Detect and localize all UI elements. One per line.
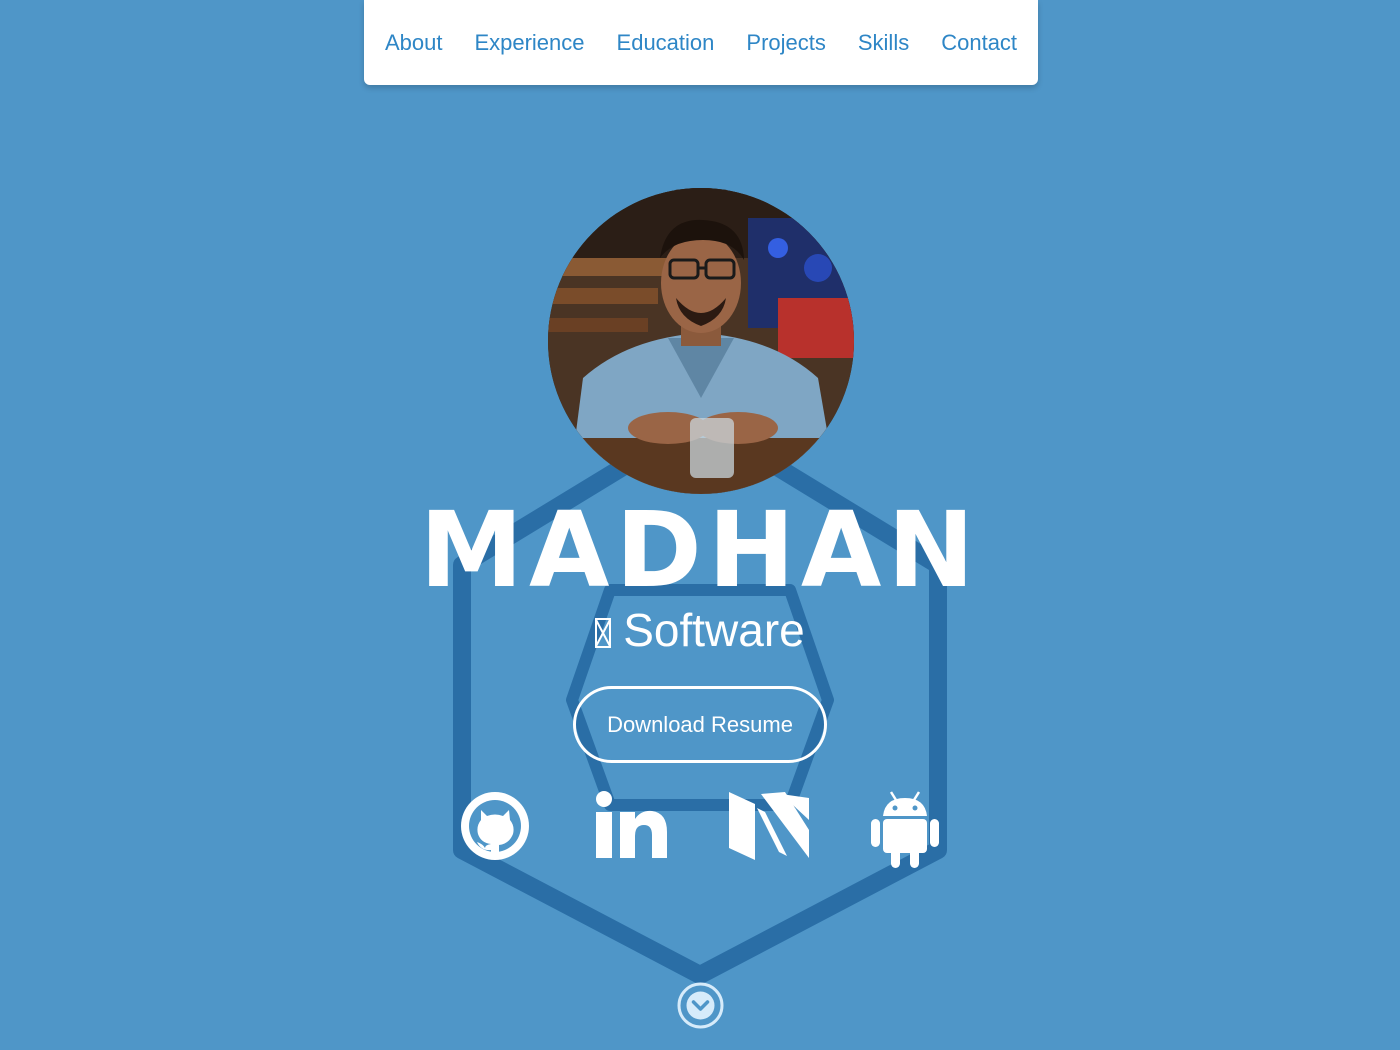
hero-subtitle: Software [0,602,1400,658]
nav-link-skills[interactable]: Skills [858,31,909,54]
nav-link-about[interactable]: About [385,31,443,54]
nav-link-projects[interactable]: Projects [746,31,825,54]
nav-link-contact[interactable]: Contact [941,31,1017,54]
android-icon [871,791,939,868]
android-link[interactable] [871,790,939,868]
nav-link-education[interactable]: Education [617,31,715,54]
medium-link[interactable] [727,790,811,862]
chevron-down-icon [677,982,724,1029]
nav-link-experience[interactable]: Experience [474,31,584,54]
download-resume-button[interactable]: Download Resume [573,686,827,763]
avatar [548,188,854,494]
hero-name: MADHAN [419,489,981,611]
github-link[interactable] [459,790,531,862]
subtitle-text: Software [623,604,805,656]
scroll-down-button[interactable] [677,982,724,1029]
linkedin-link[interactable] [594,790,670,860]
top-navigation: About Experience Education Projects Skil… [364,0,1038,85]
github-icon [461,792,529,860]
missing-glyph-icon [595,618,612,648]
linkedin-icon [596,791,667,858]
medium-icon [729,792,809,860]
